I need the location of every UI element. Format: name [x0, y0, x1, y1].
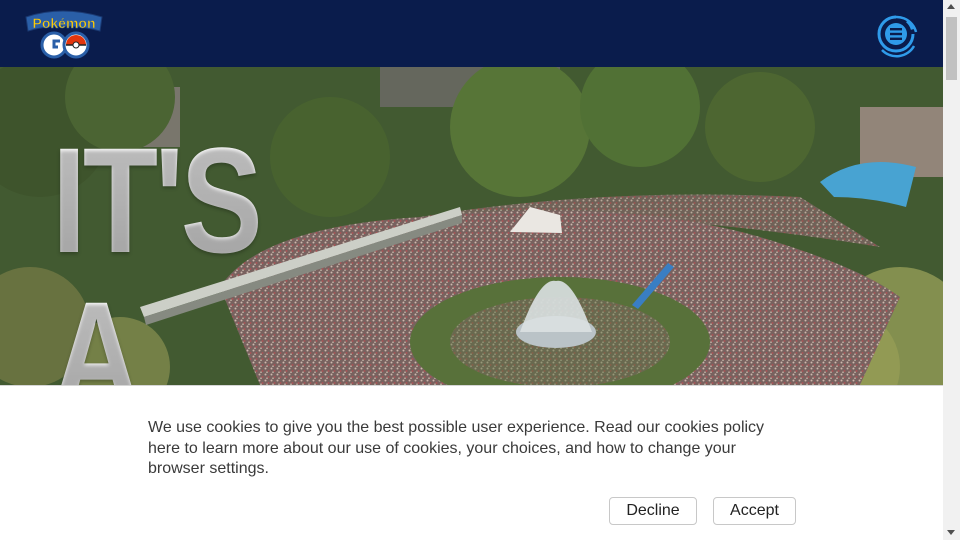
page-scrollbar[interactable] — [943, 0, 960, 540]
site-header: Pokémon — [0, 0, 943, 67]
pokemon-go-logo[interactable]: Pokémon — [22, 7, 106, 61]
menu-button[interactable] — [874, 10, 920, 58]
scroll-down-arrow-icon[interactable] — [947, 530, 955, 535]
cookie-message: We use cookies to give you the best poss… — [148, 419, 765, 477]
scrollbar-thumb[interactable] — [946, 17, 957, 80]
cookie-consent-banner: We use cookies to give you the best poss… — [0, 385, 943, 540]
pokemon-go-logo-icon: Pokémon — [25, 10, 103, 59]
scroll-up-arrow-icon[interactable] — [947, 4, 955, 9]
hero-banner: IT'S A — [0, 67, 943, 385]
page: Pokémon IT'S A We use cookies to give yo… — [0, 0, 960, 540]
hero-headline-line1: IT'S — [52, 116, 263, 284]
menu-ring-icon — [877, 15, 918, 58]
decline-cookies-button[interactable]: Decline — [609, 497, 697, 525]
accept-cookies-button[interactable]: Accept — [713, 497, 796, 525]
logo-top-text: Pokémon — [32, 15, 95, 31]
hero-headline-line2: A — [52, 279, 141, 385]
